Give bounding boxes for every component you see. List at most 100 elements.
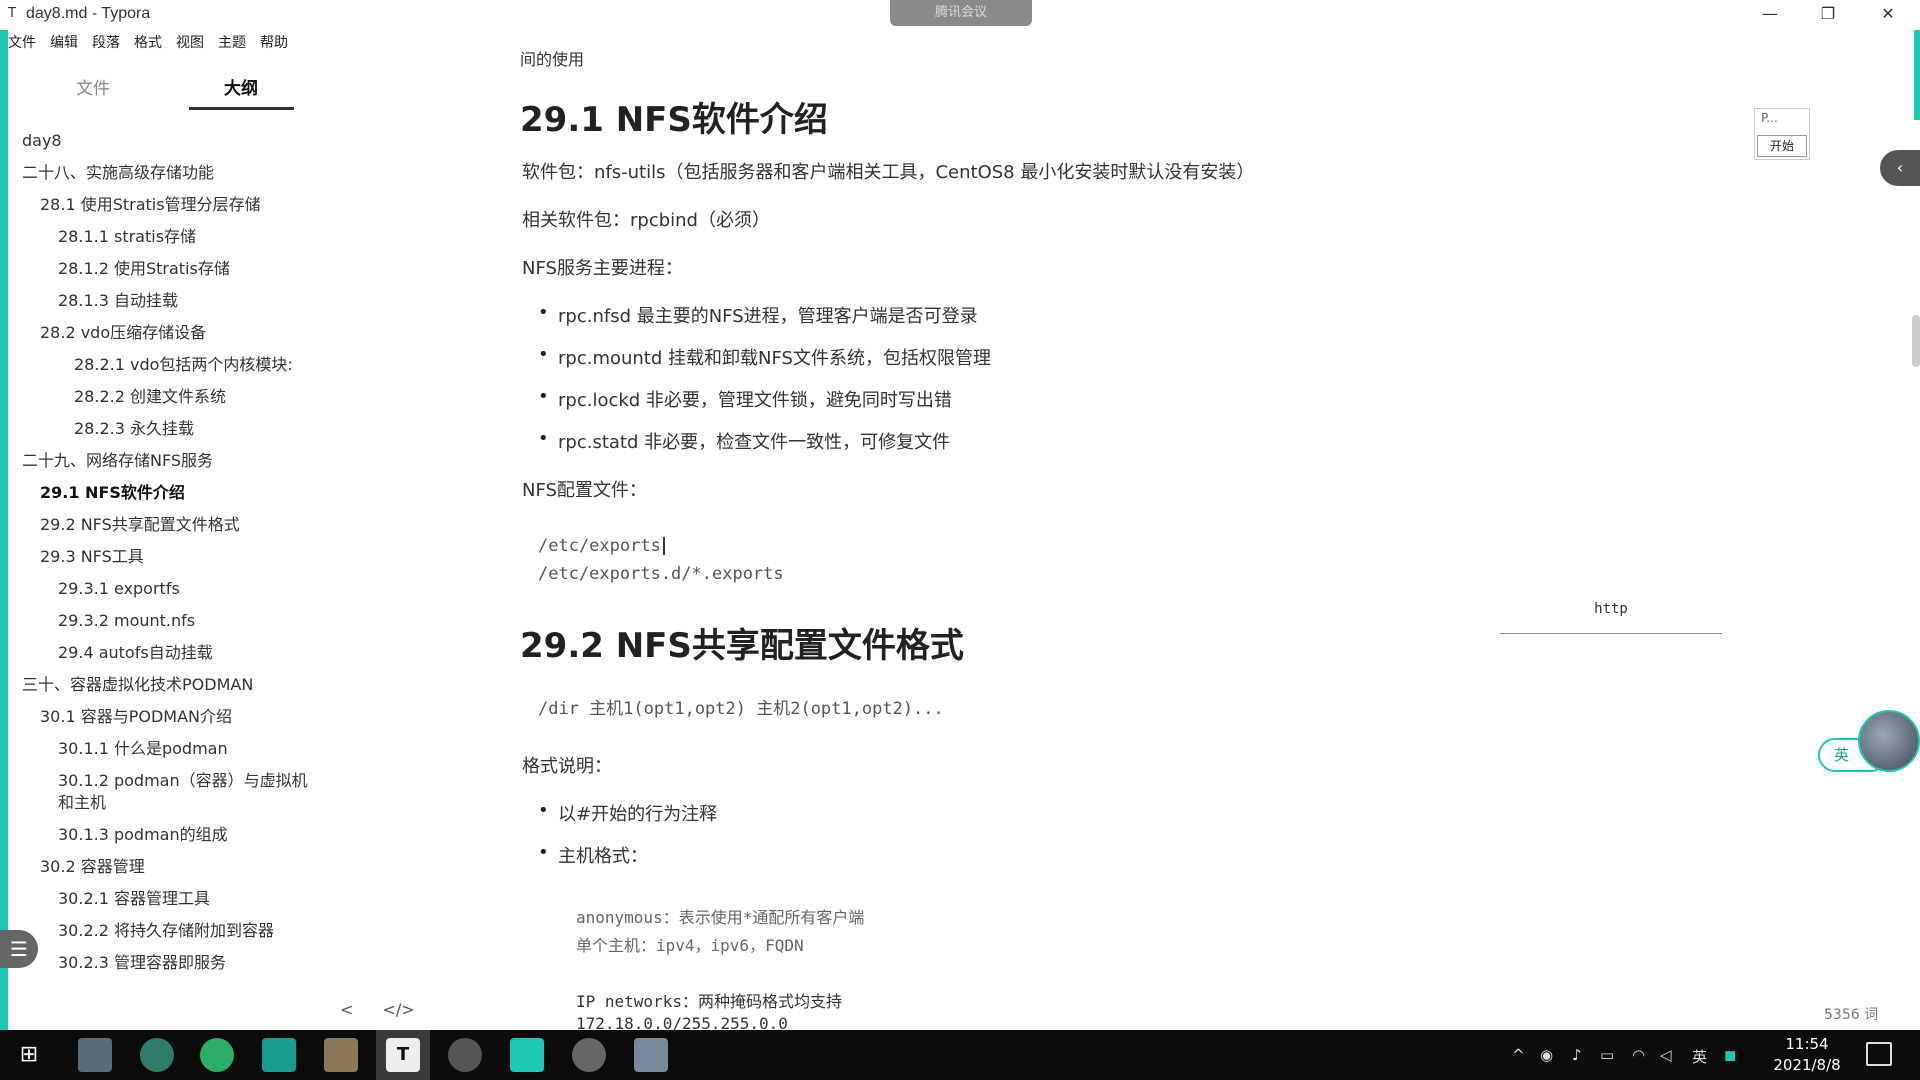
- meeting-badge[interactable]: 腾讯会议: [890, 0, 1032, 26]
- typora-icon: T: [8, 6, 16, 21]
- menu-paragraph[interactable]: 段落: [92, 32, 120, 54]
- tab-files[interactable]: 文件: [76, 74, 110, 99]
- list-item: 以#开始的行为注释: [538, 800, 717, 826]
- sidebar-tabs: 文件 大纲: [8, 60, 338, 114]
- remote-icon[interactable]: [262, 1038, 296, 1072]
- outline-item[interactable]: 和主机: [58, 792, 106, 814]
- outline-item[interactable]: 30.2.1 容器管理工具: [58, 888, 210, 910]
- outline-item[interactable]: 30.2 容器管理: [40, 856, 145, 878]
- host-line-single: 单个主机：ipv4，ipv6，FQDN: [576, 936, 804, 955]
- menu-format[interactable]: 格式: [134, 32, 162, 54]
- outline-item[interactable]: 二十九、网络存储NFS服务: [22, 450, 213, 472]
- outline-item[interactable]: 30.2.2 将持久存储附加到容器: [58, 920, 274, 942]
- outline-item[interactable]: 29.3 NFS工具: [40, 546, 144, 568]
- source-code-icon[interactable]: </>: [383, 1000, 415, 1019]
- screen-edge-left: [0, 0, 8, 1030]
- collapse-arrow-icon[interactable]: ‹: [1880, 150, 1920, 186]
- outline-item[interactable]: 29.3.1 exportfs: [58, 578, 180, 600]
- outline-item[interactable]: 29.4 autofs自动挂载: [58, 642, 213, 664]
- sidebar-footer: < </>: [340, 1000, 415, 1019]
- clock-date: 2021/8/8: [1773, 1056, 1841, 1074]
- typora-taskbar-icon[interactable]: T: [386, 1038, 420, 1072]
- heading-29-2: 29.2 NFS共享配置文件格式: [520, 626, 964, 666]
- outline-item[interactable]: 30.2.3 管理容器即服务: [58, 952, 226, 974]
- outline-item[interactable]: 28.1.2 使用Stratis存储: [58, 258, 230, 280]
- host-line-anonymous: anonymous：表示使用*通配所有客户端: [576, 908, 865, 927]
- tab-outline[interactable]: 大纲: [224, 74, 258, 99]
- tray-chevron-icon[interactable]: ^: [1512, 1046, 1525, 1064]
- network-app-icon[interactable]: [572, 1038, 606, 1072]
- scrollbar-thumb[interactable]: [1912, 315, 1920, 367]
- config-title: NFS配置文件：: [522, 480, 647, 501]
- browser-icon[interactable]: [140, 1038, 174, 1072]
- title-bar: T day8.md - Typora 腾讯会议 — ❐ ✕: [0, 0, 1920, 30]
- clock-time: 11:54: [1785, 1035, 1829, 1053]
- maximize-button[interactable]: ❐: [1800, 0, 1856, 30]
- word-count[interactable]: 5356 词: [1824, 1004, 1878, 1024]
- code-line-exports-d: /etc/exports.d/*.exports: [538, 564, 784, 584]
- outline-item[interactable]: 28.1.1 stratis存储: [58, 226, 196, 248]
- list-item: rpc.mountd 挂载和卸载NFS文件系统，包括权限管理: [538, 344, 991, 370]
- qq-icon[interactable]: ◼: [1724, 1046, 1736, 1064]
- outline-item[interactable]: 30.1.3 podman的组成: [58, 824, 228, 846]
- outline-item[interactable]: 29.1 NFS软件介绍: [40, 482, 185, 504]
- outline-item[interactable]: 二十八、实施高级存储功能: [22, 162, 214, 184]
- outline-item[interactable]: 三十、容器虚拟化技术PODMAN: [22, 674, 253, 696]
- list-item: rpc.lockd 非必要，管理文件锁，避免同时写出错: [538, 386, 952, 412]
- list-item: rpc.statd 非必要，检查文件一致性，可修复文件: [538, 428, 950, 454]
- close-button[interactable]: ✕: [1860, 0, 1916, 30]
- app-icon-2[interactable]: [634, 1038, 668, 1072]
- outline-item[interactable]: 28.1.3 自动挂载: [58, 290, 178, 312]
- tray-camera-icon[interactable]: ◉: [1540, 1046, 1553, 1064]
- meeting-app-icon[interactable]: [510, 1038, 544, 1072]
- wifi-icon[interactable]: ◠: [1632, 1046, 1645, 1064]
- host-line-networks: IP networks：两种掩码格式均支持: [576, 992, 842, 1011]
- outline-item[interactable]: 28.2.1 vdo包括两个内核模块:: [74, 354, 293, 376]
- power-app-icon[interactable]: [448, 1038, 482, 1072]
- folder-icon[interactable]: [324, 1038, 358, 1072]
- outline-item[interactable]: 30.1.1 什么是podman: [58, 738, 228, 760]
- outline-item[interactable]: 30.1 容器与PODMAN介绍: [40, 706, 232, 728]
- start-button[interactable]: 开始: [1757, 135, 1807, 157]
- window-title: day8.md - Typora: [26, 5, 151, 22]
- menu-file[interactable]: 文件: [8, 32, 36, 54]
- menu-theme[interactable]: 主题: [218, 32, 246, 54]
- outline-item[interactable]: 28.2.3 永久挂载: [74, 418, 194, 440]
- related-package-line: 相关软件包：rpcbind（必须）: [522, 210, 770, 231]
- text-cursor: [662, 537, 665, 555]
- battery-icon[interactable]: ▭: [1600, 1046, 1614, 1064]
- microphone-icon[interactable]: ♪: [1572, 1046, 1582, 1064]
- minimize-button[interactable]: —: [1742, 0, 1798, 30]
- menu-bar: 文件 编辑 段落 格式 视图 主题 帮助: [8, 32, 288, 54]
- menu-view[interactable]: 视图: [176, 32, 204, 54]
- package-line: 软件包：nfs-utils（包括服务器和客户端相关工具，CentOS8 最小化安…: [522, 162, 1255, 183]
- sidebar: 文件 大纲 day8 二十八、实施高级存储功能 28.1 使用Stratis管理分层…: [8, 60, 338, 1020]
- outline-menu-icon[interactable]: ☰: [0, 930, 38, 968]
- code-line-exports: /etc/exports: [538, 536, 665, 556]
- avatar[interactable]: [1858, 710, 1920, 772]
- format-line: /dir 主机1(opt1,opt2) 主机2(opt1,opt2)...: [538, 699, 944, 719]
- app-icon-1[interactable]: [78, 1038, 112, 1072]
- clock[interactable]: 11:54 2021/8/8: [1752, 1034, 1862, 1076]
- outline-item[interactable]: 28.2 vdo压缩存储设备: [40, 322, 206, 344]
- wechat-icon[interactable]: [200, 1038, 234, 1072]
- outline-item[interactable]: 30.1.2 podman（容器）与虚拟机: [58, 770, 308, 792]
- outline-item[interactable]: 29.2 NFS共享配置文件格式: [40, 514, 240, 536]
- heading-29-1: 29.1 NFS软件介绍: [520, 100, 828, 140]
- volume-icon[interactable]: ◁: [1660, 1046, 1672, 1064]
- notification-icon[interactable]: [1866, 1042, 1892, 1066]
- clipped-heading: 间的使用: [520, 50, 585, 69]
- host-line-cidr: 172.18.0.0/255.255.0.0: [576, 1014, 788, 1030]
- outline-item[interactable]: 29.3.2 mount.nfs: [58, 610, 195, 632]
- taskbar: ⊞ T ^ ◉ ♪ ▭ ◠ ◁ 英 ◼ 11:54 2021/8/8: [0, 1030, 1920, 1080]
- ime-indicator[interactable]: 英: [1692, 1046, 1707, 1067]
- list-item: 主机格式：: [538, 842, 648, 868]
- windows-start-icon[interactable]: ⊞: [12, 1038, 46, 1072]
- http-tooltip: http: [1500, 600, 1722, 634]
- outline-item[interactable]: 28.2.2 创建文件系统: [74, 386, 226, 408]
- outline-item[interactable]: 28.1 使用Stratis管理分层存储: [40, 194, 261, 216]
- menu-edit[interactable]: 编辑: [50, 32, 78, 54]
- back-arrow-icon[interactable]: <: [340, 1000, 353, 1019]
- outline-item[interactable]: day8: [22, 130, 62, 152]
- menu-help[interactable]: 帮助: [260, 32, 288, 54]
